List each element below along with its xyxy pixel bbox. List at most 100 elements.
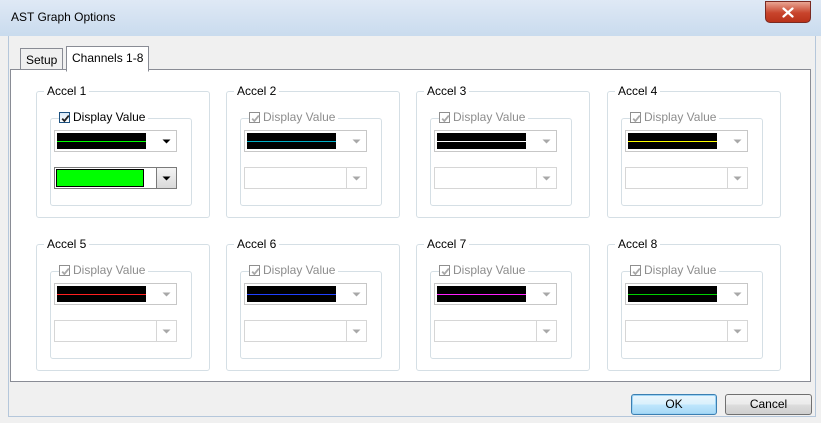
channel-group-1: Accel 1 Display Value <box>36 84 210 218</box>
display-value-checkbox-row: Display Value <box>439 110 529 125</box>
chevron-down-icon <box>733 139 742 143</box>
tab-channels-1-8[interactable]: Channels 1-8 <box>66 46 150 72</box>
close-button[interactable] <box>765 1 811 23</box>
chevron-down-icon <box>733 292 742 296</box>
channel-name-label: Accel 7 <box>424 237 470 251</box>
display-value-label: Display Value <box>263 263 336 277</box>
line-style-dropdown-arrow <box>728 284 747 304</box>
checkmark-icon <box>632 268 641 276</box>
display-value-checkbox <box>249 112 260 123</box>
line-style-dropdown <box>244 130 367 152</box>
display-value-label: Display Value <box>453 263 526 277</box>
line-style-dropdown <box>625 283 748 305</box>
display-value-checkbox-row: Display Value <box>630 263 720 278</box>
channel-group-2: Accel 2 Display Value <box>226 84 400 218</box>
chevron-down-icon <box>542 292 551 296</box>
line-color-swatch <box>628 286 717 302</box>
display-value-checkbox-row: Display Value <box>59 263 149 278</box>
chevron-down-icon <box>352 176 361 180</box>
display-value-label: Display Value <box>73 263 146 277</box>
display-value-label: Display Value <box>644 110 717 124</box>
display-value-checkbox <box>439 112 450 123</box>
line-style-dropdown-arrow <box>347 284 366 304</box>
ok-button[interactable]: OK <box>631 394 717 415</box>
channel-group-5: Accel 5 Display Value <box>36 237 210 371</box>
fill-color-dropdown[interactable] <box>54 167 177 189</box>
line-style-dropdown <box>244 283 367 305</box>
checkmark-icon <box>61 115 70 123</box>
tab-setup-label: Setup <box>26 53 58 67</box>
display-value-checkbox <box>59 265 70 276</box>
line-style-dropdown-arrow <box>537 131 556 151</box>
chevron-down-icon <box>352 292 361 296</box>
display-value-group: Display Value <box>240 110 382 206</box>
fill-color-dropdown-arrow <box>727 168 747 188</box>
line-style-dropdown <box>54 283 177 305</box>
title-bar: AST Graph Options <box>0 0 821 36</box>
display-value-checkbox-row: Display Value <box>439 263 529 278</box>
chevron-down-icon <box>733 176 742 180</box>
display-value-checkbox-row[interactable]: Display Value <box>59 110 149 125</box>
fill-color-dropdown <box>625 320 748 342</box>
tab-panel-channels: Accel 1 Display Value Accel 2 Display Va… <box>10 69 811 382</box>
channel-group-8: Accel 8 Display Value <box>607 237 781 371</box>
display-value-label: Display Value <box>263 110 336 124</box>
fill-color-dropdown-arrow[interactable] <box>156 168 176 188</box>
fill-color-dropdown-arrow <box>727 321 747 341</box>
line-color-swatch <box>437 133 526 149</box>
line-color-swatch <box>247 133 336 149</box>
chevron-down-icon <box>162 139 171 143</box>
chevron-down-icon <box>733 329 742 333</box>
line-style-dropdown-arrow <box>728 131 747 151</box>
channel-group-3: Accel 3 Display Value <box>416 84 590 218</box>
close-icon <box>782 6 794 18</box>
checkmark-icon <box>441 115 450 123</box>
display-value-checkbox[interactable] <box>59 112 70 123</box>
display-value-group: Display Value <box>430 110 572 206</box>
checkmark-icon <box>61 268 70 276</box>
display-value-group: Display Value <box>240 263 382 359</box>
channel-name-label: Accel 3 <box>424 84 470 98</box>
chevron-down-icon <box>162 176 171 180</box>
checkmark-icon <box>441 268 450 276</box>
cancel-button[interactable]: Cancel <box>725 394 812 415</box>
fill-color-swatch <box>56 169 144 187</box>
channel-name-label: Accel 5 <box>44 237 90 251</box>
dialog-window: AST Graph Options Setup Channels 1-8 Acc… <box>0 0 821 423</box>
line-style-dropdown <box>434 283 557 305</box>
line-style-dropdown-arrow[interactable] <box>157 131 176 151</box>
line-style-dropdown[interactable] <box>54 130 177 152</box>
display-value-checkbox-row: Display Value <box>630 110 720 125</box>
fill-color-dropdown <box>244 320 367 342</box>
chevron-down-icon <box>162 292 171 296</box>
chevron-down-icon <box>542 329 551 333</box>
line-style-dropdown-arrow <box>347 131 366 151</box>
fill-color-dropdown-arrow <box>156 321 176 341</box>
fill-color-dropdown <box>434 320 557 342</box>
display-value-label: Display Value <box>73 110 146 124</box>
display-value-group: Display Value <box>621 263 763 359</box>
fill-color-dropdown <box>54 320 177 342</box>
line-color-swatch <box>57 133 146 149</box>
display-value-checkbox <box>630 265 641 276</box>
fill-color-dropdown <box>244 167 367 189</box>
channel-name-label: Accel 6 <box>234 237 280 251</box>
channel-name-label: Accel 2 <box>234 84 280 98</box>
line-style-dropdown <box>625 130 748 152</box>
display-value-group: Display Value <box>50 263 192 359</box>
display-value-checkbox-row: Display Value <box>249 263 339 278</box>
line-color-swatch <box>57 286 146 302</box>
checkmark-icon <box>632 115 641 123</box>
fill-color-dropdown-arrow <box>536 321 556 341</box>
checkmark-icon <box>251 268 260 276</box>
channel-group-6: Accel 6 Display Value <box>226 237 400 371</box>
checkmark-icon <box>251 115 260 123</box>
line-color-swatch <box>628 133 717 149</box>
tab-channels-1-8-label: Channels 1-8 <box>72 51 144 65</box>
channel-name-label: Accel 1 <box>44 84 90 98</box>
line-style-dropdown-arrow <box>537 284 556 304</box>
channel-group-7: Accel 7 Display Value <box>416 237 590 371</box>
display-value-group: Display Value <box>621 110 763 206</box>
line-color-swatch <box>247 286 336 302</box>
fill-color-dropdown-arrow <box>346 321 366 341</box>
